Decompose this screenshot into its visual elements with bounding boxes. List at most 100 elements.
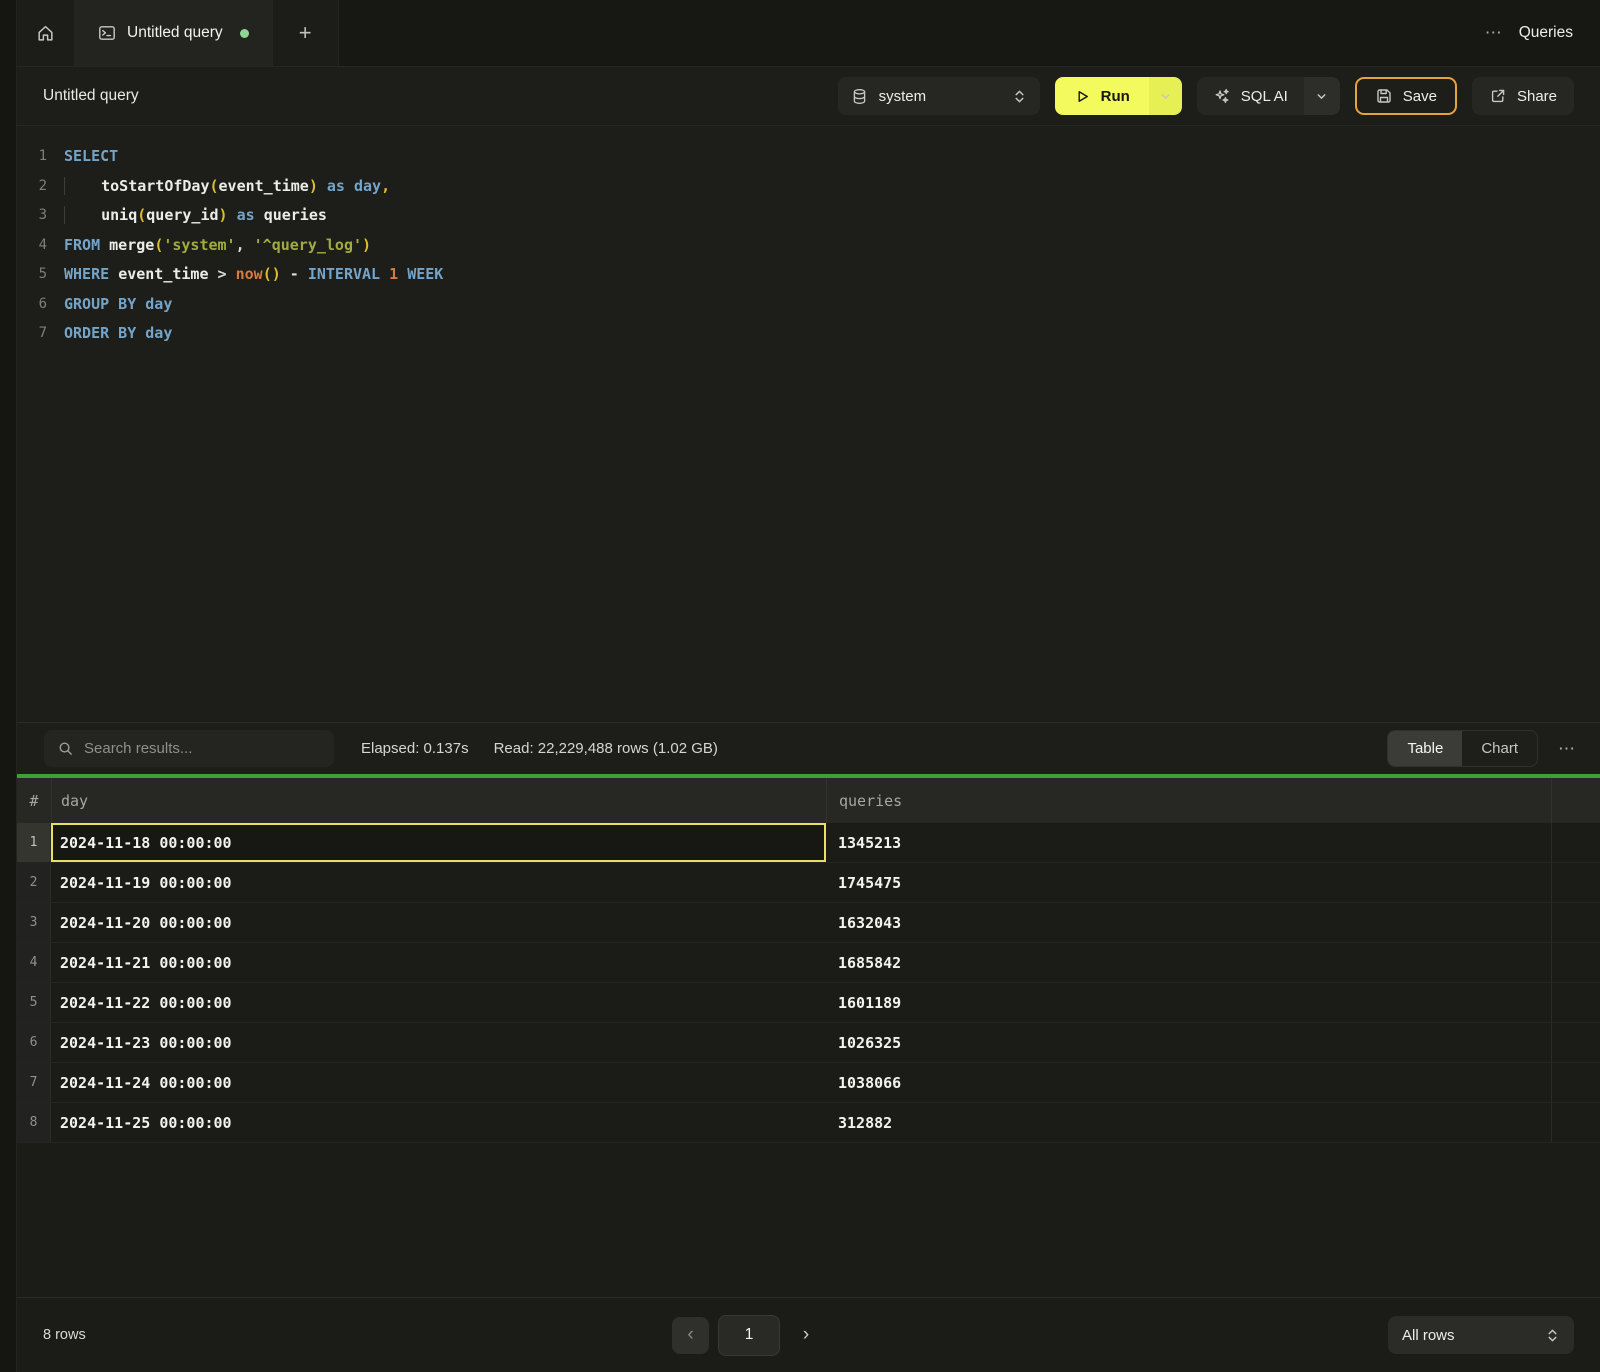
code-token: -	[281, 265, 308, 283]
search-results-input[interactable]	[84, 740, 321, 757]
day-cell[interactable]: 2024-11-25 00:00:00	[51, 1103, 826, 1142]
previous-page-button[interactable]: ‹	[672, 1317, 709, 1354]
queries-cell[interactable]: 1685842	[826, 943, 1552, 982]
day-cell[interactable]: 2024-11-21 00:00:00	[51, 943, 826, 982]
table-row[interactable]: 22024-11-19 00:00:001745475	[17, 863, 1600, 903]
code-line[interactable]: 5WHERE event_time > now() - INTERVAL 1 W…	[17, 260, 1600, 290]
code-token: as	[237, 206, 255, 224]
code-token: day	[145, 295, 172, 313]
code-line[interactable]: 7ORDER BY day	[17, 319, 1600, 349]
row-index-cell[interactable]: 6	[17, 1023, 51, 1062]
table-row[interactable]: 42024-11-21 00:00:001685842	[17, 943, 1600, 983]
queries-cell[interactable]: 1026325	[826, 1023, 1552, 1062]
code-token: ()	[263, 265, 281, 283]
queries-cell[interactable]: 1745475	[826, 863, 1552, 902]
share-button[interactable]: Share	[1472, 77, 1574, 115]
queries-cell[interactable]: 1632043	[826, 903, 1552, 942]
table-row[interactable]: 82024-11-25 00:00:00312882	[17, 1103, 1600, 1143]
row-index-cell[interactable]: 4	[17, 943, 51, 982]
row-index-cell[interactable]: 8	[17, 1103, 51, 1142]
sql-ai-button[interactable]: SQL AI	[1197, 77, 1304, 115]
next-page-button[interactable]: ›	[789, 1317, 823, 1354]
chevron-left-icon: ‹	[687, 1324, 693, 1346]
code-token	[318, 177, 327, 195]
code-token: INTERVAL	[308, 265, 380, 283]
current-page-button[interactable]: 1	[718, 1315, 780, 1356]
line-number: 2	[17, 172, 47, 202]
sql-editor[interactable]: 1SELECT2 toStartOfDay(event_time) as day…	[17, 126, 1600, 722]
view-toggle: Table Chart	[1387, 730, 1538, 767]
results-empty-area	[17, 1143, 1600, 1297]
code-line[interactable]: 3 uniq(query_id) as queries	[17, 201, 1600, 231]
tab-chart-view[interactable]: Chart	[1462, 731, 1537, 766]
tab-bar: Untitled query + ⋯ Queries	[17, 0, 1600, 67]
day-cell[interactable]: 2024-11-24 00:00:00	[51, 1063, 826, 1102]
queries-cell[interactable]: 1345213	[826, 823, 1552, 862]
code-token: )	[309, 177, 318, 195]
run-options-button[interactable]	[1149, 77, 1182, 115]
row-index-cell[interactable]: 5	[17, 983, 51, 1022]
code-text: GROUP BY day	[64, 290, 172, 320]
code-token	[136, 324, 145, 342]
database-icon	[851, 88, 868, 105]
code-token	[255, 206, 264, 224]
table-row[interactable]: 32024-11-20 00:00:001632043	[17, 903, 1600, 943]
sparkles-icon	[1213, 87, 1231, 105]
code-token	[398, 265, 407, 283]
run-button-group: Run	[1055, 77, 1182, 115]
search-results-box[interactable]	[44, 730, 334, 767]
code-line[interactable]: 6 GROUP BY day	[17, 290, 1600, 320]
queries-cell[interactable]: 1038066	[826, 1063, 1552, 1102]
play-icon	[1074, 88, 1091, 105]
code-line[interactable]: 1SELECT	[17, 142, 1600, 172]
column-header-index[interactable]: #	[17, 792, 51, 810]
sql-ai-button-label: SQL AI	[1241, 88, 1288, 105]
day-cell[interactable]: 2024-11-20 00:00:00	[51, 903, 826, 942]
tabs-more-icon[interactable]: ⋯	[1485, 23, 1503, 43]
day-cell[interactable]: 2024-11-19 00:00:00	[51, 863, 826, 902]
line-number: 6	[17, 290, 47, 320]
code-text: WHERE event_time > now() - INTERVAL 1 WE…	[64, 260, 443, 290]
table-row[interactable]: 72024-11-24 00:00:001038066	[17, 1063, 1600, 1103]
row-index-cell[interactable]: 7	[17, 1063, 51, 1102]
row-index-cell[interactable]: 1	[17, 823, 51, 862]
day-cell[interactable]: 2024-11-23 00:00:00	[51, 1023, 826, 1062]
column-header-day[interactable]: day	[51, 778, 826, 823]
save-button[interactable]: Save	[1355, 77, 1457, 115]
new-tab-button[interactable]: +	[273, 0, 339, 66]
sql-ai-options-button[interactable]	[1304, 77, 1340, 115]
results-toolbar: Elapsed: 0.137s Read: 22,229,488 rows (1…	[17, 722, 1600, 774]
page-size-select[interactable]: All rows	[1388, 1316, 1574, 1354]
code-line[interactable]: 4FROM merge('system', '^query_log')	[17, 231, 1600, 261]
updown-chevrons-icon	[1545, 1327, 1560, 1344]
code-line[interactable]: 2 toStartOfDay(event_time) as day,	[17, 172, 1600, 202]
code-token	[136, 295, 145, 313]
table-row[interactable]: 12024-11-18 00:00:001345213	[17, 823, 1600, 863]
code-token: WEEK	[407, 265, 443, 283]
code-token: event_time	[219, 177, 309, 195]
home-button[interactable]	[17, 0, 75, 66]
run-button[interactable]: Run	[1055, 77, 1149, 115]
queries-cell[interactable]: 1601189	[826, 983, 1552, 1022]
column-header-queries[interactable]: queries	[826, 778, 1552, 823]
table-row[interactable]: 52024-11-22 00:00:001601189	[17, 983, 1600, 1023]
tab-table-view[interactable]: Table	[1388, 731, 1462, 766]
results-more-icon[interactable]: ⋯	[1552, 735, 1582, 763]
line-number: 1	[17, 142, 47, 172]
queries-link[interactable]: Queries	[1519, 24, 1573, 42]
code-token: ORDER BY	[64, 324, 136, 342]
code-text: FROM merge('system', '^query_log')	[64, 231, 371, 261]
day-cell[interactable]: 2024-11-18 00:00:00	[51, 823, 826, 862]
code-text: toStartOfDay(event_time) as day,	[64, 172, 390, 202]
day-cell[interactable]: 2024-11-22 00:00:00	[51, 983, 826, 1022]
table-row[interactable]: 62024-11-23 00:00:001026325	[17, 1023, 1600, 1063]
row-index-cell[interactable]: 3	[17, 903, 51, 942]
save-icon	[1375, 87, 1393, 105]
queries-cell[interactable]: 312882	[826, 1103, 1552, 1142]
tab-untitled-query[interactable]: Untitled query	[75, 0, 273, 66]
row-index-cell[interactable]: 2	[17, 863, 51, 902]
code-token: (	[137, 206, 146, 224]
tab-bar-right: ⋯ Queries	[1485, 0, 1600, 66]
database-select[interactable]: system	[838, 77, 1040, 115]
results-table-header: # day queries	[17, 778, 1600, 823]
